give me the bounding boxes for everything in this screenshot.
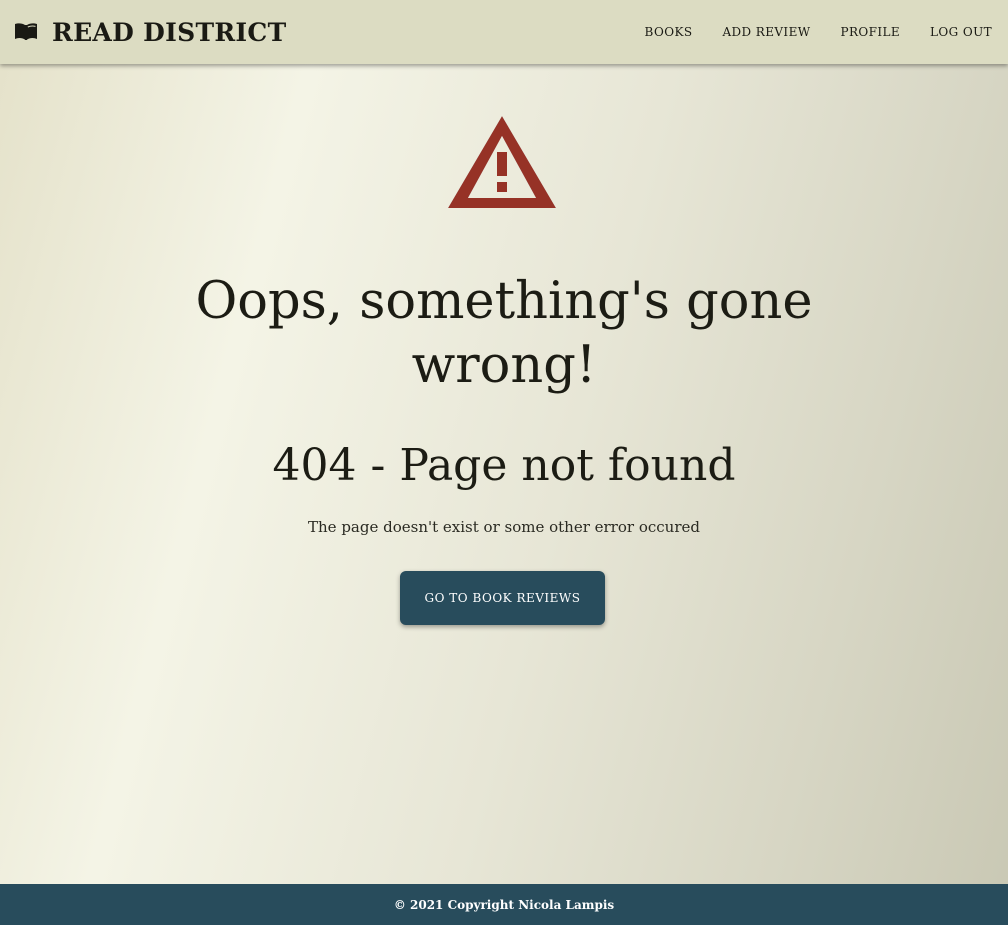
error-headline: Oops, something's gone wrong! bbox=[195, 272, 813, 395]
nav-links: BOOKS ADD REVIEW PROFILE LOG OUT bbox=[615, 0, 992, 64]
error-page-content: Oops, something's gone wrong! 404 - Page… bbox=[0, 64, 1008, 884]
brand-logo-link[interactable]: READ DISTRICT bbox=[14, 16, 287, 48]
go-to-book-reviews-label: GO TO BOOK REVIEWS bbox=[424, 591, 581, 605]
top-navbar: READ DISTRICT BOOKS ADD REVIEW PROFILE L… bbox=[0, 0, 1008, 64]
nav-link-log-out[interactable]: LOG OUT bbox=[930, 25, 992, 39]
error-code-title: 404 - Page not found bbox=[272, 440, 736, 491]
footer: © 2021 Copyright Nicola Lampis bbox=[0, 884, 1008, 925]
warning-triangle-icon bbox=[448, 116, 556, 208]
nav-link-books[interactable]: BOOKS bbox=[645, 25, 693, 39]
nav-link-add-review[interactable]: ADD REVIEW bbox=[722, 25, 810, 39]
brand-name: READ DISTRICT bbox=[52, 17, 287, 47]
nav-link-profile[interactable]: PROFILE bbox=[840, 25, 900, 39]
copyright-text: © 2021 Copyright Nicola Lampis bbox=[393, 897, 615, 912]
book-open-icon bbox=[15, 23, 37, 40]
go-to-book-reviews-button[interactable]: GO TO BOOK REVIEWS bbox=[400, 571, 605, 625]
error-message: The page doesn't exist or some other err… bbox=[308, 518, 700, 536]
